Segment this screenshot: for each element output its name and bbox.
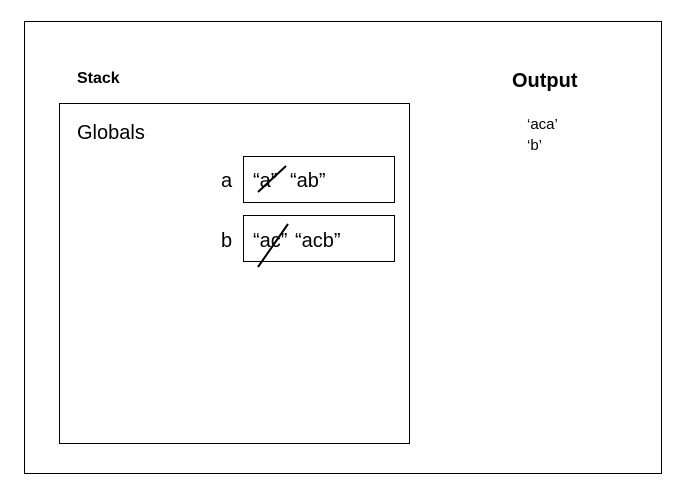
variable-b-name: b (221, 230, 233, 252)
variable-b-new-value: “acb” (295, 230, 341, 252)
output-line: ‘b’ (527, 137, 543, 154)
variable-a-name: a (221, 170, 233, 192)
globals-frame-box (59, 103, 410, 444)
variable-a-old-value: “a” (253, 170, 278, 192)
globals-label: Globals (77, 122, 145, 144)
variable-a-new-value: “ab” (290, 170, 326, 192)
output-lines: ‘aca’ ‘b’ (527, 114, 558, 156)
output-line: ‘aca’ (527, 116, 558, 133)
output-title: Output (512, 70, 578, 92)
stack-title: Stack (77, 70, 120, 87)
variable-b-old-value: “ac” (253, 230, 288, 252)
